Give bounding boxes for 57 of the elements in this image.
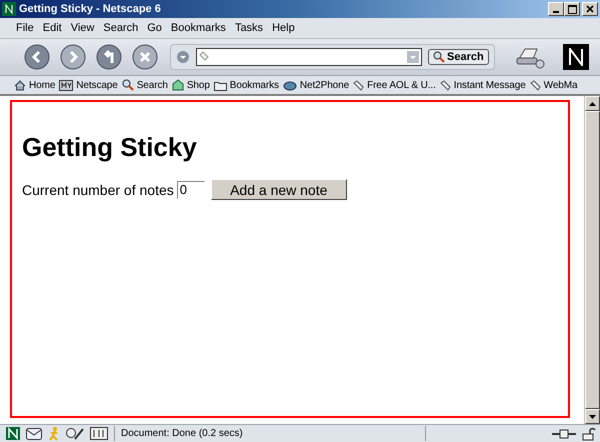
notes-label: Current number of notes (22, 182, 174, 198)
search-icon (433, 51, 445, 63)
padlock-icon (582, 426, 596, 440)
bookmark-item[interactable]: Home (14, 80, 56, 90)
search-button[interactable]: Search (428, 49, 489, 65)
notes-count-field[interactable]: 0 (176, 180, 205, 198)
n-logo-icon[interactable] (562, 44, 589, 70)
folder-icon (214, 80, 227, 90)
status-text: Document: Done (0.2 secs) (114, 426, 419, 441)
menu-item[interactable]: Tasks (234, 22, 264, 34)
reload-icon[interactable] (96, 44, 122, 70)
window-title: Getting Sticky - Netscape 6 (19, 3, 162, 15)
bookmark-item[interactable]: Instant Message (440, 80, 526, 90)
my-icon (59, 80, 74, 90)
page-heading: Getting Sticky (22, 132, 198, 163)
bookmark-item[interactable]: Free AOL & U... (353, 80, 436, 90)
add-note-button[interactable]: Add a new note (210, 179, 347, 200)
bookmark-icon (353, 80, 364, 90)
bookmark-icon (440, 80, 451, 90)
minimize-button[interactable] (548, 2, 564, 16)
bookmark-item[interactable]: Bookmarks (214, 80, 279, 90)
bookmark-icon (530, 80, 541, 90)
stop-icon[interactable] (132, 44, 158, 70)
menu-item[interactable]: Help (272, 22, 295, 34)
menu-item[interactable]: Go (147, 22, 162, 34)
bookmark-item[interactable]: Netscape (59, 80, 118, 90)
house-icon (14, 80, 26, 90)
bookmark-icon (199, 51, 209, 63)
maximize-button[interactable] (564, 2, 580, 16)
phone-icon (282, 80, 297, 90)
maximize-icon (568, 4, 576, 14)
close-button[interactable] (582, 2, 598, 16)
forward-icon[interactable] (60, 44, 86, 70)
menu-item[interactable]: View (70, 22, 94, 34)
bookmark-item[interactable]: Search (122, 79, 168, 91)
back-icon[interactable] (24, 44, 50, 70)
scroll-down-button[interactable] (585, 409, 600, 424)
menu-item[interactable]: Edit (42, 22, 62, 34)
menu-item[interactable]: File (16, 22, 34, 34)
n-logo-icon[interactable] (6, 427, 20, 440)
magnifier-icon (122, 79, 134, 91)
menu-item[interactable]: Search (103, 22, 138, 34)
shop-icon (172, 79, 184, 91)
scrollbar-thumb[interactable] (585, 111, 600, 409)
address-field[interactable] (196, 48, 422, 66)
menu-item[interactable]: Bookmarks (170, 22, 226, 34)
n-logo-icon (2, 2, 16, 16)
close-icon (586, 5, 594, 13)
mail-icon[interactable] (26, 428, 42, 440)
bookmark-item[interactable]: Net2Phone (282, 80, 350, 90)
bookmark-item[interactable]: WebMa (530, 80, 578, 90)
up-arrow-icon (589, 102, 596, 106)
scroll-up-button[interactable] (585, 96, 600, 111)
dropdown-icon[interactable] (176, 50, 190, 64)
connection-icon (552, 428, 576, 438)
down-arrow-icon (589, 414, 596, 418)
bookmark-item[interactable]: Shop (172, 79, 210, 91)
